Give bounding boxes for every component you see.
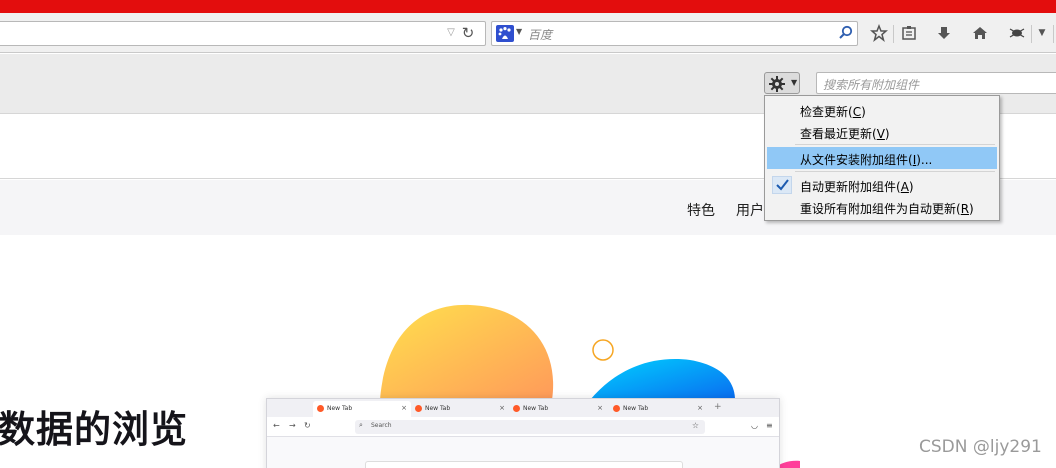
mockup-search-placeholder: Search [371, 422, 392, 429]
menu-item-install-from-file[interactable]: 从文件安装附加组件(I)... [767, 147, 997, 169]
url-dropdown-icon[interactable]: ▽ [445, 27, 457, 39]
mockup-navbar: ← → ↻ ⌕ Search ☆ ◡ ≡ [267, 417, 779, 437]
menu-item-auto-update[interactable]: 自动更新附加组件(A) [767, 174, 997, 196]
mockup-tabstrip: New Tab × New Tab × New Tab × New Tab × … [267, 399, 779, 417]
toolbar-separator [1053, 25, 1054, 43]
addons-tools-button[interactable]: ▼ [764, 72, 800, 94]
menu-icon: ≡ [766, 421, 773, 430]
nav-item-user[interactable]: 用户 [736, 200, 764, 220]
mockup-content-search [365, 461, 683, 468]
star-icon: ☆ [691, 421, 699, 430]
close-icon: × [401, 404, 407, 412]
search-icon: ⌕ [359, 421, 363, 429]
firefox-icon [513, 405, 520, 412]
firefox-icon [415, 405, 422, 412]
menu-separator [795, 144, 995, 145]
watermark: CSDN @ljy291 [919, 437, 1042, 457]
browser-mockup-image: New Tab × New Tab × New Tab × New Tab × … [266, 398, 780, 468]
firefox-icon [317, 405, 324, 412]
toolbar-separator [1031, 25, 1032, 43]
mockup-new-tab-icon: + [714, 402, 722, 412]
web-search-bar[interactable]: ▼ 百度 [491, 21, 858, 46]
gear-icon [769, 76, 785, 92]
navigation-toolbar: ▽ ↻ ▼ 百度 ▼ [0, 13, 1056, 53]
page-headline: 数据的浏览 [0, 408, 188, 451]
reading-list-icon[interactable] [896, 21, 922, 45]
firefox-icon [613, 405, 620, 412]
menu-item-reset-auto-update[interactable]: 重设所有附加组件为自动更新(R) [767, 196, 997, 218]
menu-separator [795, 171, 995, 172]
menu-item-check-updates[interactable]: 检查更新(C) [767, 99, 997, 121]
search-go-icon[interactable] [838, 25, 854, 41]
home-icon[interactable] [967, 21, 993, 45]
mockup-tab: New Tab × [411, 401, 509, 417]
pocket-icon: ◡ [751, 421, 758, 430]
mockup-tab: New Tab × [313, 401, 411, 417]
menu-chevron-icon[interactable]: ▼ [1034, 21, 1050, 45]
addons-search-input[interactable]: 搜索所有附加组件 [816, 72, 1056, 94]
mockup-tab: New Tab × [509, 401, 607, 417]
menu-item-view-recent-updates[interactable]: 查看最近更新(V) [767, 121, 997, 143]
forward-icon: → [289, 421, 296, 430]
close-icon: × [697, 404, 703, 412]
bookmark-star-icon[interactable] [866, 21, 892, 45]
close-icon: × [597, 404, 603, 412]
baidu-icon[interactable] [496, 25, 514, 42]
reload-icon[interactable]: ↻ [460, 24, 476, 42]
window-titlebar [0, 0, 1056, 13]
mockup-tab: New Tab × [609, 401, 707, 417]
addon-icon[interactable] [1004, 21, 1030, 45]
back-icon: ← [273, 421, 280, 430]
mockup-urlbar: ⌕ Search ☆ [355, 420, 705, 434]
nav-item-featured[interactable]: 特色 [687, 200, 715, 220]
checkmark-icon [772, 176, 792, 194]
download-icon[interactable] [931, 21, 957, 45]
url-bar[interactable]: ▽ ↻ [0, 21, 486, 46]
close-icon: × [499, 404, 505, 412]
addons-search-placeholder: 搜索所有附加组件 [823, 78, 920, 92]
search-engine-dropdown-icon[interactable]: ▼ [516, 27, 522, 36]
reload-icon: ↻ [304, 421, 311, 430]
search-placeholder: 百度 [528, 28, 553, 42]
chevron-down-icon: ▼ [791, 78, 798, 87]
addons-tools-menu: 检查更新(C) 查看最近更新(V) 从文件安装附加组件(I)... 自动更新附加… [764, 95, 1000, 221]
toolbar-separator [893, 25, 894, 43]
